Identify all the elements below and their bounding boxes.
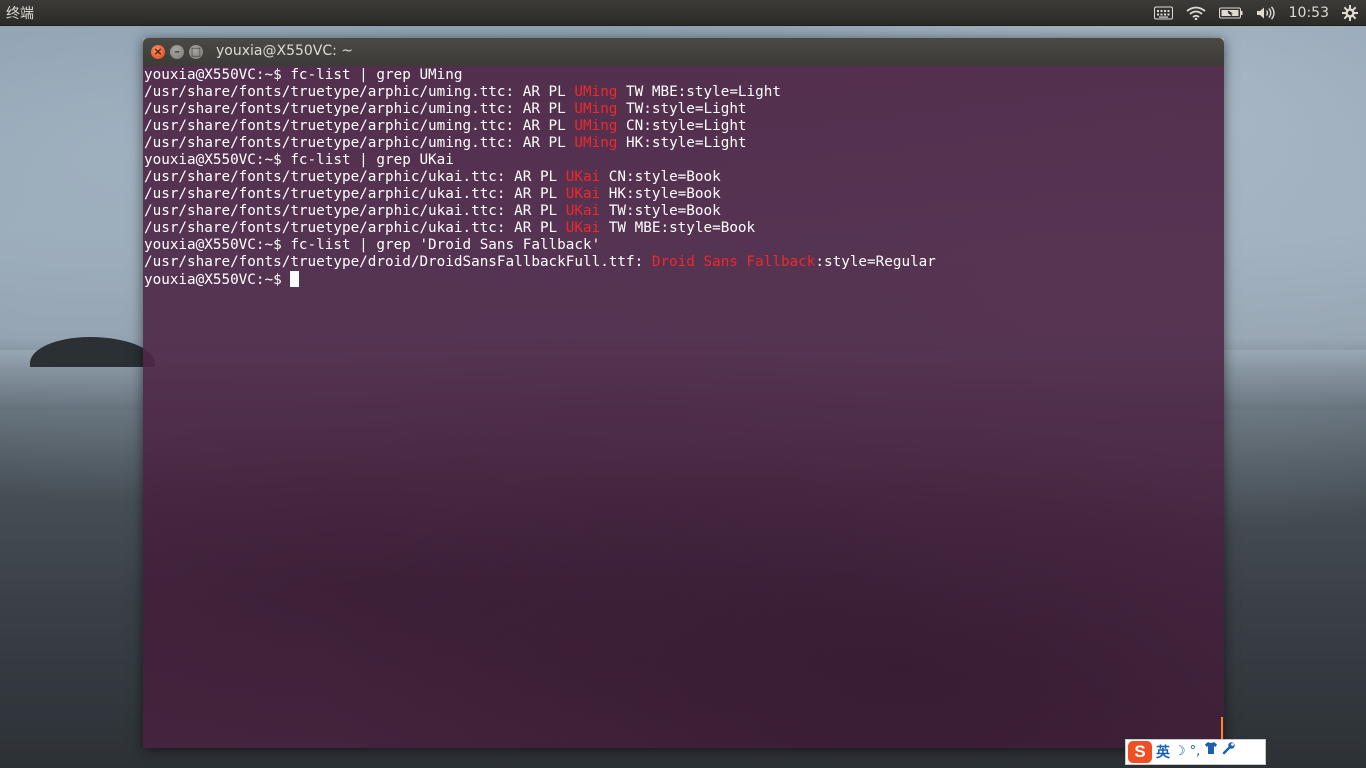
sogou-logo[interactable]: S	[1128, 741, 1152, 763]
window-title: youxia@X550VC: ~	[216, 43, 354, 59]
terminal-window[interactable]: × – □ youxia@X550VC: ~ youxia@X550VC:~$ …	[143, 38, 1224, 748]
maximize-icon[interactable]: □	[189, 45, 203, 59]
terminal-text: TW:style=Light	[617, 101, 747, 117]
clock[interactable]: 10:53	[1289, 5, 1329, 21]
indicator-area: 10:53	[1153, 0, 1358, 25]
terminal-line: /usr/share/fonts/truetype/arphic/ukai.tt…	[144, 220, 936, 237]
grep-match: UKai	[565, 203, 601, 219]
terminal-text: /usr/share/fonts/truetype/arphic/uming.t…	[144, 135, 575, 151]
terminal-text: TW MBE:style=Light	[617, 84, 781, 100]
terminal-output[interactable]: youxia@X550VC:~$ fc-list | grep UMing/us…	[144, 67, 936, 288]
terminal-line: /usr/share/fonts/truetype/arphic/ukai.tt…	[144, 203, 936, 220]
app-menu-title[interactable]: 终端	[6, 3, 34, 23]
punctuation-icon[interactable]: °,	[1190, 741, 1201, 763]
minimize-icon[interactable]: –	[170, 45, 184, 59]
shirt-icon[interactable]	[1204, 741, 1218, 763]
terminal-text: /usr/share/fonts/truetype/arphic/uming.t…	[144, 118, 575, 134]
terminal-line: /usr/share/fonts/truetype/arphic/ukai.tt…	[144, 186, 936, 203]
terminal-text: TW MBE:style=Book	[600, 220, 756, 236]
grep-match: UMing	[574, 135, 618, 151]
grep-match: UMing	[574, 101, 618, 117]
wrench-icon[interactable]	[1222, 741, 1236, 763]
terminal-text: HK:style=Light	[617, 135, 747, 151]
ime-drag-handle[interactable]	[1221, 717, 1223, 739]
terminal-background	[143, 346, 1224, 748]
terminal-text: :style=Regular	[815, 254, 936, 270]
terminal-body[interactable]: youxia@X550VC:~$ fc-list | grep UMing/us…	[143, 66, 1224, 748]
terminal-line: /usr/share/fonts/truetype/arphic/uming.t…	[144, 84, 936, 101]
terminal-line: /usr/share/fonts/truetype/arphic/uming.t…	[144, 118, 936, 135]
terminal-text: /usr/share/fonts/truetype/arphic/ukai.tt…	[144, 220, 566, 236]
window-titlebar[interactable]: × – □ youxia@X550VC: ~	[143, 38, 1224, 66]
terminal-text: youxia@X550VC:~$ fc-list | grep UKai	[144, 152, 454, 168]
grep-match: UKai	[565, 186, 601, 202]
terminal-text: CN:style=Light	[617, 118, 747, 134]
ime-mode-toggle[interactable]: 英	[1156, 742, 1170, 762]
terminal-text: HK:style=Book	[600, 186, 721, 202]
terminal-line: youxia@X550VC:~$ fc-list | grep UKai	[144, 152, 936, 169]
terminal-line: youxia@X550VC:~$	[144, 271, 936, 288]
keyboard-icon[interactable]	[1153, 6, 1173, 20]
grep-match: UMing	[574, 118, 618, 134]
battery-icon[interactable]	[1218, 6, 1243, 20]
terminal-text: /usr/share/fonts/truetype/droid/DroidSan…	[144, 254, 652, 270]
grep-match: UKai	[565, 169, 601, 185]
terminal-line: /usr/share/fonts/truetype/arphic/uming.t…	[144, 101, 936, 118]
grep-match: UKai	[565, 220, 601, 236]
terminal-text: /usr/share/fonts/truetype/arphic/ukai.tt…	[144, 169, 566, 185]
terminal-text: /usr/share/fonts/truetype/arphic/ukai.tt…	[144, 186, 566, 202]
grep-match: Droid Sans Fallback	[651, 254, 816, 270]
terminal-text: youxia@X550VC:~$ fc-list | grep UMing	[144, 67, 463, 83]
terminal-text: TW:style=Book	[600, 203, 721, 219]
terminal-cursor	[290, 271, 300, 287]
terminal-line: /usr/share/fonts/truetype/arphic/ukai.tt…	[144, 169, 936, 186]
terminal-text: /usr/share/fonts/truetype/arphic/ukai.tt…	[144, 203, 566, 219]
terminal-text: youxia@X550VC:~$ fc-list | grep 'Droid S…	[144, 237, 601, 253]
grep-match: UMing	[574, 84, 618, 100]
terminal-text: CN:style=Book	[600, 169, 721, 185]
gear-icon[interactable]	[1342, 4, 1358, 21]
terminal-line: youxia@X550VC:~$ fc-list | grep 'Droid S…	[144, 237, 936, 254]
moon-icon[interactable]: ☽	[1174, 741, 1186, 763]
terminal-line: /usr/share/fonts/truetype/droid/DroidSan…	[144, 254, 936, 271]
terminal-text: youxia@X550VC:~$	[144, 272, 291, 288]
volume-icon[interactable]	[1256, 5, 1276, 20]
desktop-rock	[30, 337, 155, 367]
terminal-text: /usr/share/fonts/truetype/arphic/uming.t…	[144, 101, 575, 117]
wifi-icon[interactable]	[1186, 6, 1206, 20]
top-panel: 终端 10:53	[0, 0, 1366, 26]
terminal-line: /usr/share/fonts/truetype/arphic/uming.t…	[144, 135, 936, 152]
terminal-line: youxia@X550VC:~$ fc-list | grep UMing	[144, 67, 936, 84]
ime-status-bar[interactable]: S 英 ☽ °,	[1125, 739, 1266, 765]
terminal-text: /usr/share/fonts/truetype/arphic/uming.t…	[144, 84, 575, 100]
close-icon[interactable]: ×	[151, 45, 165, 59]
